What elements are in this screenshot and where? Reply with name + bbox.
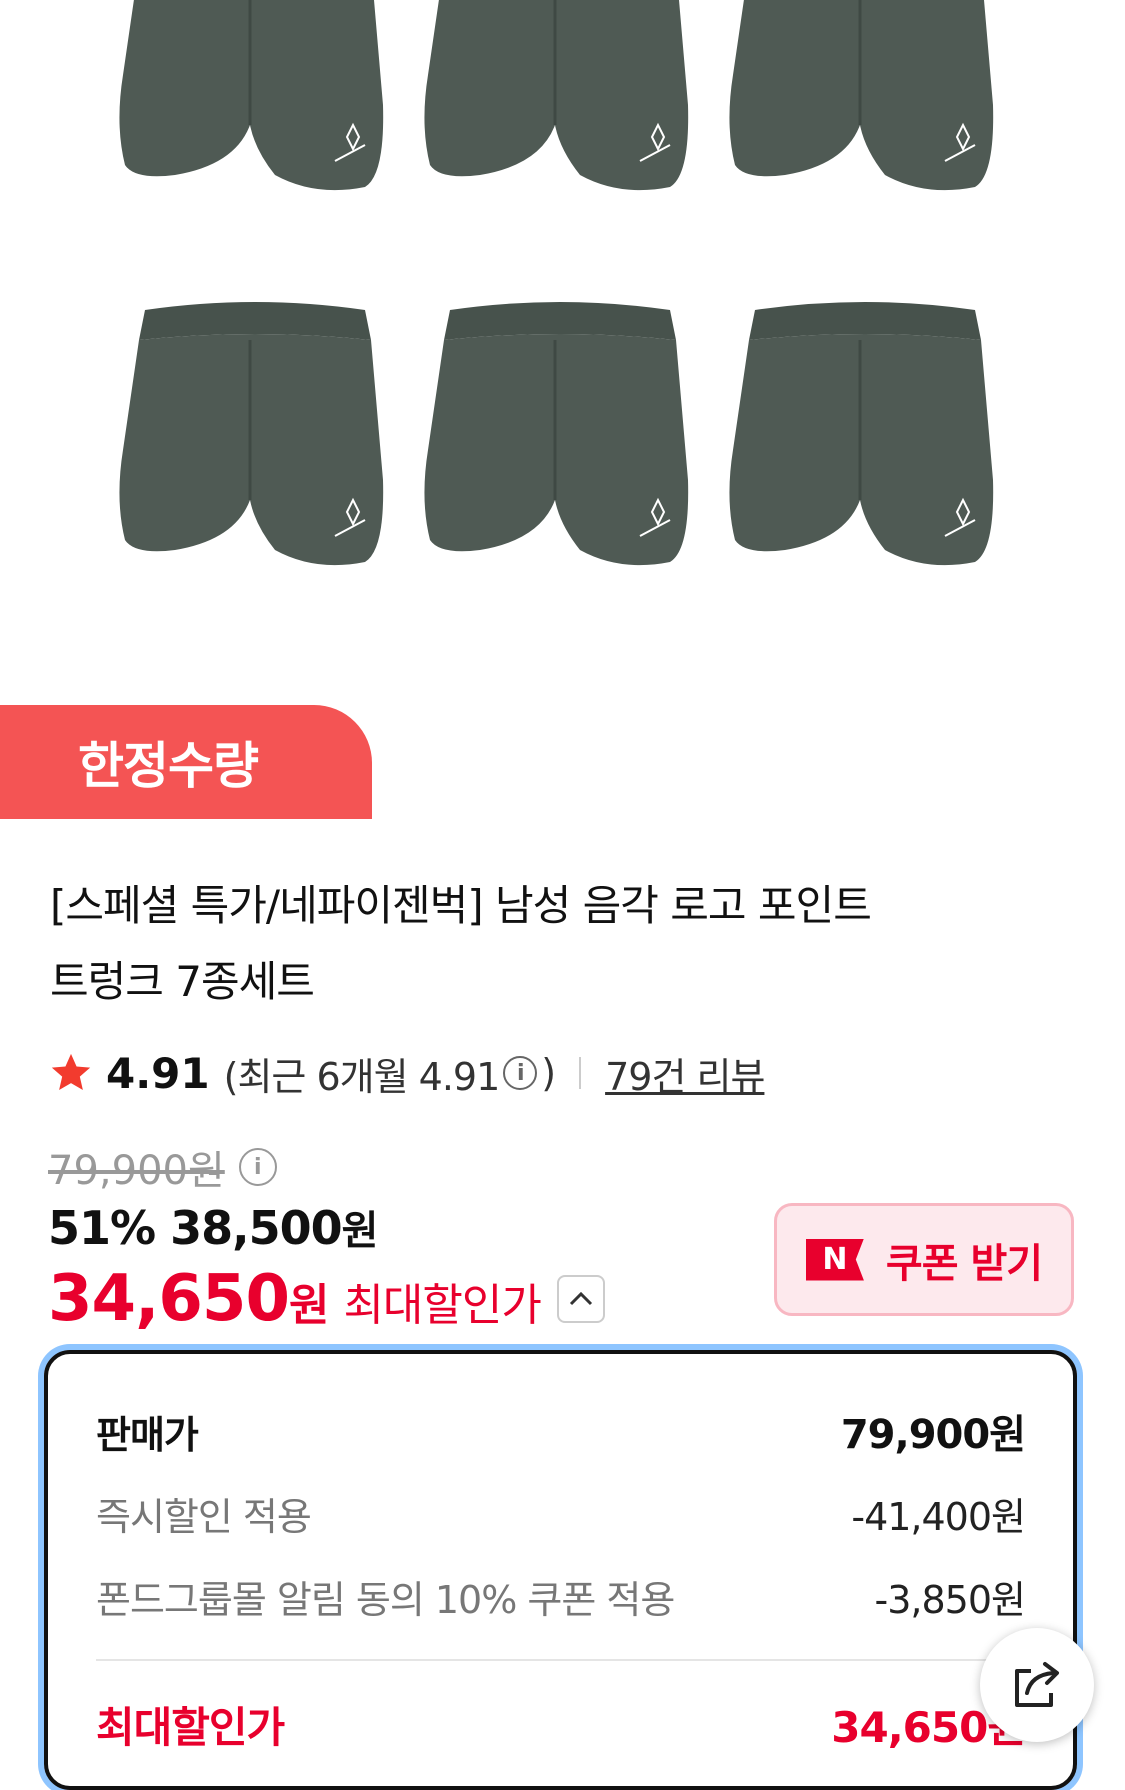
trunk-image — [727, 0, 995, 192]
max-price-value: 34,650 — [48, 1262, 290, 1336]
naver-logo: N — [805, 1238, 864, 1281]
star-icon — [51, 1053, 91, 1091]
share-button[interactable] — [980, 1628, 1094, 1742]
product-title: [스페셜 특가/네파이젠벅] 남성 음각 로고 포인트 트렁크 7종세트 — [50, 868, 1010, 1020]
recent-rating-text: (최근 6개월 4.91 — [223, 1054, 501, 1099]
title-line-2: 트렁크 7종세트 — [50, 957, 315, 1006]
rating-row: 4.91 (최근 6개월 4.91 i ) 79건 리뷰 — [48, 1045, 765, 1101]
share-icon — [1015, 1662, 1059, 1707]
trunk-image — [422, 300, 690, 567]
row-label: 판매가 — [96, 1412, 199, 1457]
sale-price: 51% 38,500원 — [48, 1198, 379, 1256]
max-price-won: 원 — [288, 1280, 330, 1331]
trunk-image — [117, 300, 385, 567]
info-icon[interactable]: i — [238, 1148, 277, 1186]
max-price-label: 최대할인가 — [343, 1280, 541, 1331]
row-label: 폰드그룹몰 알림 동의 10% 쿠폰 적용 — [96, 1578, 675, 1622]
row-value: -41,400원 — [851, 1495, 1026, 1539]
trunk-image — [117, 0, 385, 192]
max-discount-price: 34,650 원 최대할인가 — [48, 1262, 605, 1336]
coupon-button[interactable]: N 쿠폰 받기 — [774, 1203, 1074, 1316]
badge-label: 한정수량 — [78, 737, 259, 795]
row-value: -3,850원 — [874, 1578, 1026, 1622]
breakdown-row: 판매가 79,900원 — [96, 1402, 1026, 1460]
trunk-image — [422, 0, 690, 192]
title-line-1: [스페셜 특가/네파이젠벅] 남성 음각 로고 포인트 — [50, 881, 872, 930]
chevron-up-icon[interactable] — [556, 1275, 605, 1323]
breakdown-row: 폰드그룹몰 알림 동의 10% 쿠폰 적용 -3,850원 — [96, 1569, 1026, 1624]
price-breakdown-box: 판매가 79,900원 즉시할인 적용 -41,400원 폰드그룹몰 알림 동의… — [44, 1350, 1077, 1790]
original-price: 79,900원 i — [48, 1138, 281, 1196]
divider — [96, 1659, 1025, 1661]
limited-quantity-badge: 한정수량 — [0, 705, 372, 819]
breakdown-row-total: 최대할인가 34,650원 — [96, 1694, 1026, 1755]
row-value: 79,900원 — [840, 1412, 1026, 1458]
sale-price-won: 원 — [341, 1208, 379, 1254]
breakdown-row: 즉시할인 적용 -41,400원 — [96, 1486, 1026, 1541]
row-label: 즉시할인 적용 — [96, 1495, 312, 1539]
recent-rating: (최근 6개월 4.91 i ) — [223, 1046, 556, 1101]
info-icon[interactable]: i — [503, 1056, 538, 1090]
divider — [579, 1057, 582, 1089]
recent-rating-close: ) — [541, 1051, 556, 1095]
coupon-button-label: 쿠폰 받기 — [885, 1240, 1043, 1287]
rating-score: 4.91 — [106, 1048, 210, 1098]
review-count-link[interactable]: 79건 리뷰 — [605, 1046, 765, 1101]
trunk-image — [727, 300, 995, 567]
original-price-value: 79,900원 — [48, 1148, 225, 1194]
row-label: 최대할인가 — [96, 1703, 285, 1752]
product-image[interactable] — [0, 0, 1125, 690]
sale-price-value: 51% 38,500 — [48, 1201, 343, 1255]
